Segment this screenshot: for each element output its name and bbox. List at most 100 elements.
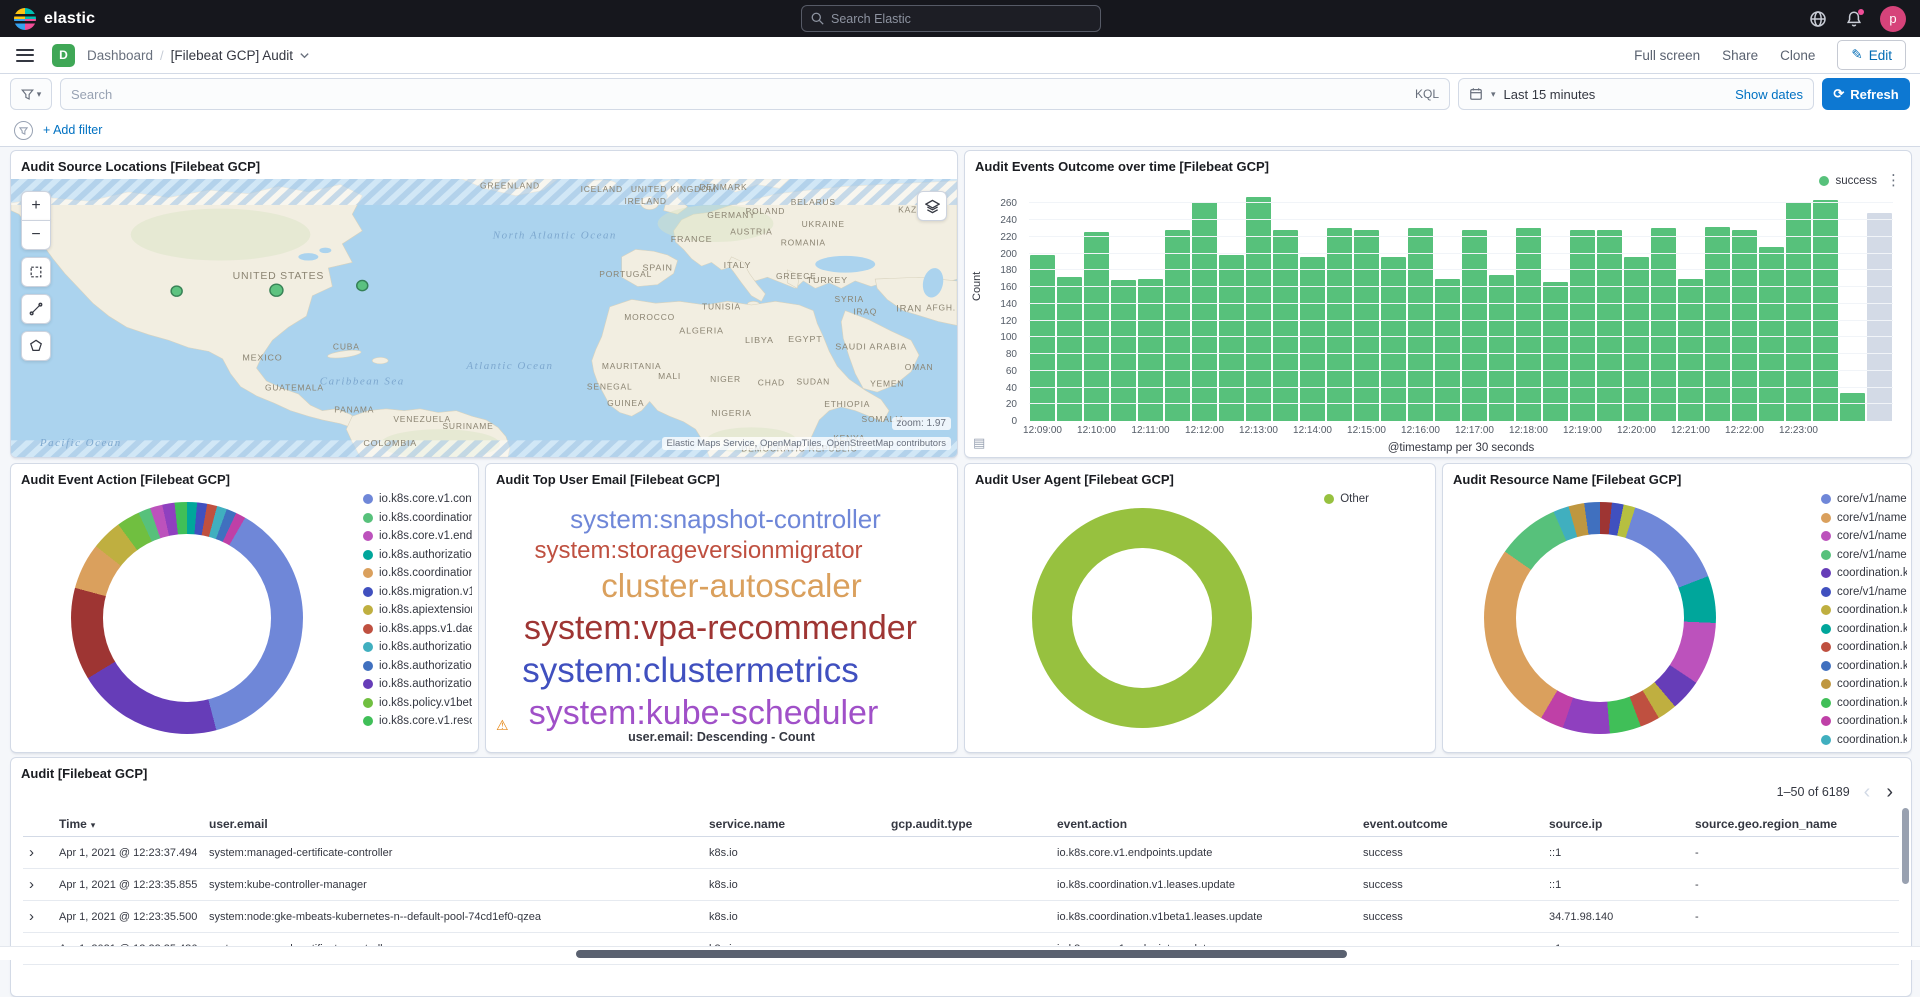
histogram-bar[interactable]	[1570, 230, 1595, 421]
histogram-bar[interactable]	[1111, 280, 1136, 421]
legend-item[interactable]: io.k8s.authorization....	[363, 546, 472, 565]
calendar-icon[interactable]	[1469, 87, 1483, 101]
histogram-bar[interactable]	[1678, 279, 1703, 421]
histogram-bar[interactable]	[1732, 230, 1757, 421]
histogram-bar[interactable]	[1381, 257, 1406, 421]
expand-row-icon[interactable]: ›	[29, 844, 34, 861]
map-point-marker[interactable]	[357, 280, 368, 290]
saved-query-menu-button[interactable]: ▾	[10, 78, 52, 110]
event-action-donut-chart[interactable]	[71, 502, 303, 734]
resource-name-donut-chart[interactable]	[1484, 502, 1716, 734]
column-header-event-action[interactable]: event.action	[1051, 812, 1357, 837]
map-layers-button[interactable]	[917, 191, 947, 221]
histogram-bar[interactable]	[1840, 393, 1865, 421]
full-screen-button[interactable]: Full screen	[1634, 48, 1700, 63]
elastic-logo-icon[interactable]	[14, 8, 36, 30]
draw-polygon-tool-button[interactable]	[21, 331, 51, 361]
legend-item[interactable]: coordination.k8s...	[1821, 638, 1907, 657]
next-page-button[interactable]: ›	[1884, 782, 1895, 802]
histogram-bar[interactable]	[1300, 257, 1325, 421]
legend-item[interactable]: core/v1/namespa...	[1821, 583, 1907, 602]
legend-item[interactable]: io.k8s.migration.v1al...	[363, 583, 472, 602]
histogram-bar[interactable]	[1624, 257, 1649, 421]
histogram-bar[interactable]	[1489, 275, 1514, 421]
set-extent-tool-button[interactable]	[21, 257, 51, 287]
clone-button[interactable]: Clone	[1780, 48, 1815, 63]
histogram-bar[interactable]	[1030, 255, 1055, 421]
measure-tool-button[interactable]	[21, 294, 51, 324]
zoom-in-button[interactable]: +	[21, 191, 51, 221]
refresh-button[interactable]: ⟳ Refresh	[1822, 78, 1910, 110]
add-filter-button[interactable]: + Add filter	[43, 123, 102, 137]
histogram-bar[interactable]	[1327, 228, 1352, 421]
histogram-bar[interactable]	[1435, 279, 1460, 421]
legend-item[interactable]: core/v1/namespa...	[1821, 490, 1907, 509]
legend-item[interactable]: coordination.k8s...	[1821, 731, 1907, 750]
histogram-bar[interactable]	[1705, 227, 1730, 421]
tagcloud-word[interactable]: system:snapshot-controller	[570, 504, 881, 535]
legend-item[interactable]: io.k8s.authorization....	[363, 657, 472, 676]
alerts-bell-icon[interactable]	[1844, 9, 1864, 29]
histogram-bar[interactable]	[1651, 228, 1676, 421]
histogram-bar[interactable]	[1057, 277, 1082, 421]
histogram-bar[interactable]	[1597, 230, 1622, 421]
legend-item[interactable]: io.k8s.core.v1.confi...	[363, 490, 472, 509]
legend-item[interactable]: core/v1/namespa...	[1821, 527, 1907, 546]
legend-item[interactable]: io.k8s.core.v1.resou...	[363, 712, 472, 731]
tagcloud-word[interactable]: cluster-autoscaler	[601, 567, 861, 606]
cloud-deployment-icon[interactable]	[1808, 9, 1828, 29]
map-point-marker[interactable]	[270, 284, 283, 296]
histogram-bar[interactable]	[1813, 200, 1838, 421]
legend-item[interactable]: coordination.k8s...	[1821, 620, 1907, 639]
tagcloud-word[interactable]: system:kube-scheduler	[529, 693, 879, 733]
global-search-input[interactable]: Search Elastic	[801, 5, 1101, 32]
column-header-event-outcome[interactable]: event.outcome	[1357, 812, 1543, 837]
legend-item[interactable]: io.k8s.policy.v1beta...	[363, 694, 472, 713]
legend-item[interactable]: success	[1819, 175, 1877, 187]
column-header-gcp-audit-type[interactable]: gcp.audit.type	[885, 812, 1051, 837]
kql-label[interactable]: KQL	[1415, 87, 1439, 101]
column-header-time[interactable]: Time▾	[53, 812, 203, 837]
legend-item[interactable]: io.k8s.coordination....	[363, 564, 472, 583]
time-range-value[interactable]: Last 15 minutes	[1504, 87, 1596, 102]
column-header-source-geo-region-name[interactable]: source.geo.region_name	[1689, 812, 1899, 837]
histogram-bar[interactable]	[1462, 230, 1487, 421]
map-point-marker[interactable]	[171, 286, 182, 296]
histogram-bar[interactable]	[1084, 232, 1109, 421]
user-agent-donut-chart[interactable]	[1032, 508, 1252, 728]
histogram-bar[interactable]	[1759, 247, 1784, 421]
legend-toggle-icon[interactable]: ▤	[973, 435, 985, 451]
histogram-bar[interactable]	[1516, 228, 1541, 421]
breadcrumb-dashboard[interactable]: Dashboard	[87, 48, 153, 63]
legend-item[interactable]: core/v1/namespa...	[1821, 509, 1907, 528]
space-badge[interactable]: D	[52, 44, 75, 67]
legend-item[interactable]: coordination.k8s...	[1821, 712, 1907, 731]
legend-item[interactable]: coordination.k8s...	[1821, 694, 1907, 713]
share-button[interactable]: Share	[1722, 48, 1758, 63]
legend-item[interactable]: io.k8s.authorization....	[363, 675, 472, 694]
table-vertical-scrollbar[interactable]	[1902, 808, 1909, 884]
histogram-bar[interactable]	[1138, 279, 1163, 421]
filter-settings-icon[interactable]	[14, 121, 33, 140]
menu-icon[interactable]	[14, 44, 36, 66]
tagcloud-word[interactable]: system:vpa-recommender	[524, 608, 917, 648]
expand-row-icon[interactable]: ›	[29, 908, 34, 925]
histogram-bar[interactable]	[1354, 230, 1379, 421]
histogram-bar[interactable]	[1219, 255, 1244, 421]
zoom-out-button[interactable]: −	[21, 220, 51, 250]
user-avatar[interactable]: p	[1880, 6, 1906, 32]
legend-item[interactable]: coordination.k8s...	[1821, 564, 1907, 583]
legend-item[interactable]: coordination.k8s...	[1821, 657, 1907, 676]
column-header-user-email[interactable]: user.email	[203, 812, 703, 837]
column-header-service-name[interactable]: service.name	[703, 812, 885, 837]
query-input[interactable]: Search KQL	[60, 78, 1450, 110]
legend-item[interactable]: io.k8s.coordination....	[363, 509, 472, 528]
histogram-bar[interactable]	[1192, 202, 1217, 421]
legend-item[interactable]: core/v1/namespa...	[1821, 546, 1907, 565]
legend-item[interactable]: io.k8s.apiextensions....	[363, 601, 472, 620]
edit-button[interactable]: ✎ Edit	[1837, 40, 1906, 70]
previous-page-button[interactable]: ‹	[1862, 782, 1873, 802]
legend-item[interactable]: io.k8s.core.v1.endp...	[363, 527, 472, 546]
histogram-bar[interactable]	[1273, 230, 1298, 421]
histogram-bar[interactable]	[1786, 202, 1811, 421]
